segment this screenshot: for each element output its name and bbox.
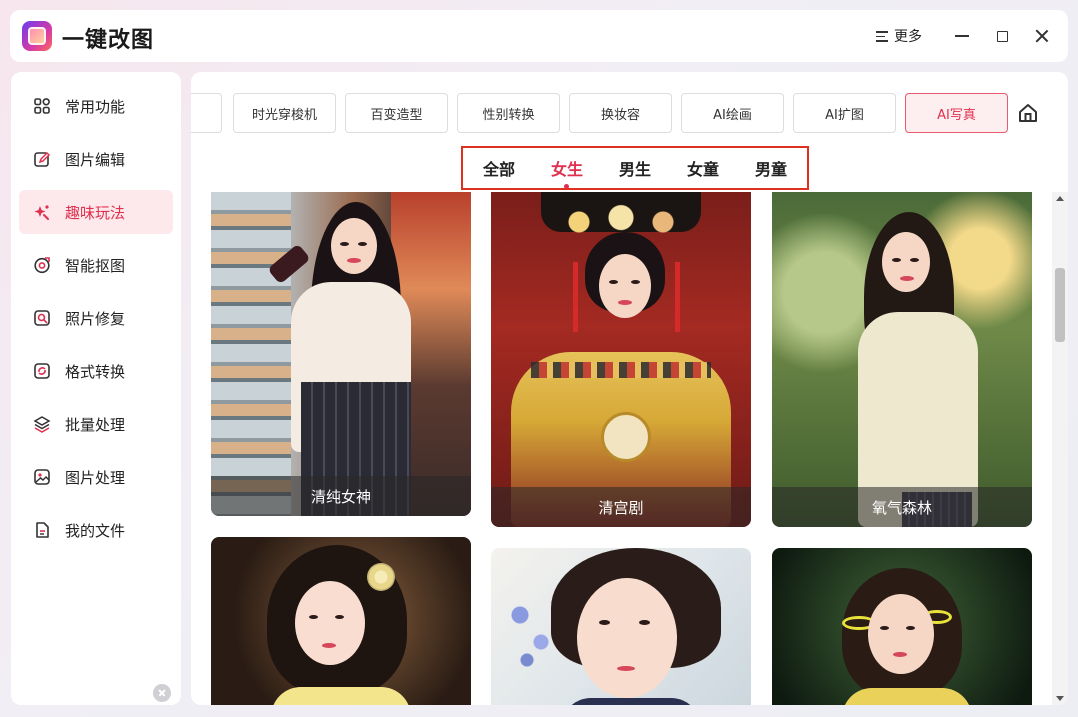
maximize-icon	[996, 30, 1008, 42]
style-card[interactable]: 氧气森林	[772, 192, 1032, 527]
layers-icon	[33, 415, 51, 433]
sidebar-item-cutout[interactable]: 智能抠图	[19, 243, 173, 287]
sparkle-icon	[33, 203, 51, 221]
tab-little-girl[interactable]: 女童	[683, 156, 723, 180]
sidebar-close-button[interactable]	[153, 684, 171, 702]
file-icon	[33, 521, 51, 539]
sidebar-item-label: 常用功能	[65, 97, 126, 116]
category-label: AI绘画	[713, 107, 752, 123]
category-label: AI写真	[937, 107, 976, 123]
image-icon	[33, 468, 51, 486]
scroll-thumb[interactable]	[1055, 268, 1065, 342]
style-card-caption: 清纯女神	[211, 476, 471, 516]
category-ai-paint[interactable]: AI绘画	[681, 93, 784, 133]
more-label: 更多	[894, 29, 922, 45]
sidebar: 常用功能 图片编辑 趣味玩法 智能抠图 照片修复 格式转换 批量处理 图片处理 …	[11, 72, 181, 705]
home-button[interactable]	[1017, 102, 1039, 124]
category-label: 时光穿梭机	[251, 107, 317, 123]
sidebar-item-label: 图片编辑	[65, 150, 126, 169]
category-style[interactable]: 百变造型	[345, 93, 448, 133]
category-label: 性别转换	[482, 107, 535, 123]
style-card[interactable]	[491, 548, 751, 705]
sidebar-item-batch[interactable]: 批量处理	[19, 402, 173, 446]
style-card[interactable]: 清宫剧	[491, 192, 751, 527]
tab-boy[interactable]: 男生	[615, 156, 655, 180]
title-bar: 一键改图 更多	[10, 10, 1068, 62]
style-card-caption: 清宫剧	[491, 487, 751, 527]
scroll-up-arrow-icon[interactable]	[1056, 196, 1064, 201]
category-prev-partial[interactable]	[191, 93, 222, 133]
minimize-icon	[955, 35, 969, 37]
app-title: 一键改图	[62, 28, 155, 53]
main-panel: 时光穿梭机 百变造型 性别转换 换妆容 AI绘画 AI扩图 AI写真 全部 女生…	[191, 72, 1068, 705]
style-card[interactable]	[211, 537, 471, 705]
category-time-machine[interactable]: 时光穿梭机	[233, 93, 336, 133]
more-menu-button[interactable]: 更多	[876, 26, 922, 46]
sidebar-item-label: 图片处理	[65, 468, 126, 487]
maximize-button[interactable]	[990, 24, 1014, 48]
sidebar-item-image[interactable]: 图片处理	[19, 455, 173, 499]
category-makeup[interactable]: 换妆容	[569, 93, 672, 133]
scroll-down-arrow-icon[interactable]	[1056, 696, 1064, 701]
sidebar-item-repair[interactable]: 照片修复	[19, 296, 173, 340]
sidebar-item-label: 智能抠图	[65, 256, 126, 275]
category-label: AI扩图	[825, 107, 864, 123]
convert-icon	[33, 362, 51, 380]
sidebar-item-label: 批量处理	[65, 415, 126, 434]
category-label: 换妆容	[600, 107, 640, 123]
sidebar-item-common[interactable]: 常用功能	[19, 84, 173, 128]
photo-repair-icon	[33, 309, 51, 327]
target-icon	[33, 256, 51, 274]
tab-all[interactable]: 全部	[479, 156, 519, 180]
category-label: 百变造型	[370, 107, 423, 123]
grid-icon	[33, 97, 51, 115]
app-logo-icon	[22, 21, 52, 51]
gender-tab-bar: 全部 女生 男生 女童 男童	[461, 146, 809, 190]
sidebar-item-files[interactable]: 我的文件	[19, 508, 173, 552]
sidebar-item-label: 格式转换	[65, 362, 126, 381]
category-strip: 时光穿梭机 百变造型 性别转换 换妆容 AI绘画 AI扩图 AI写真	[191, 93, 1011, 133]
menu-icon	[876, 30, 888, 42]
category-ai-expand[interactable]: AI扩图	[793, 93, 896, 133]
close-icon	[1035, 29, 1049, 43]
sidebar-item-label: 我的文件	[65, 521, 126, 540]
style-card[interactable]	[772, 548, 1032, 705]
sidebar-item-edit[interactable]: 图片编辑	[19, 137, 173, 181]
vertical-scrollbar[interactable]	[1052, 192, 1068, 705]
category-gender-swap[interactable]: 性别转换	[457, 93, 560, 133]
sidebar-item-convert[interactable]: 格式转换	[19, 349, 173, 393]
category-ai-portrait[interactable]: AI写真	[905, 93, 1008, 133]
close-button[interactable]	[1030, 24, 1054, 48]
edit-icon	[33, 150, 51, 168]
style-card[interactable]: 清纯女神	[211, 192, 471, 516]
home-icon	[1019, 104, 1037, 122]
style-grid: 清纯女神 清宫剧 氧气森林	[191, 192, 1051, 705]
tab-little-boy[interactable]: 男童	[751, 156, 791, 180]
sidebar-item-label: 趣味玩法	[65, 203, 126, 222]
sidebar-item-label: 照片修复	[65, 309, 126, 328]
minimize-button[interactable]	[950, 24, 974, 48]
style-card-caption: 氧气森林	[772, 487, 1032, 527]
sidebar-item-fun[interactable]: 趣味玩法	[19, 190, 173, 234]
tab-girl[interactable]: 女生	[547, 156, 587, 189]
